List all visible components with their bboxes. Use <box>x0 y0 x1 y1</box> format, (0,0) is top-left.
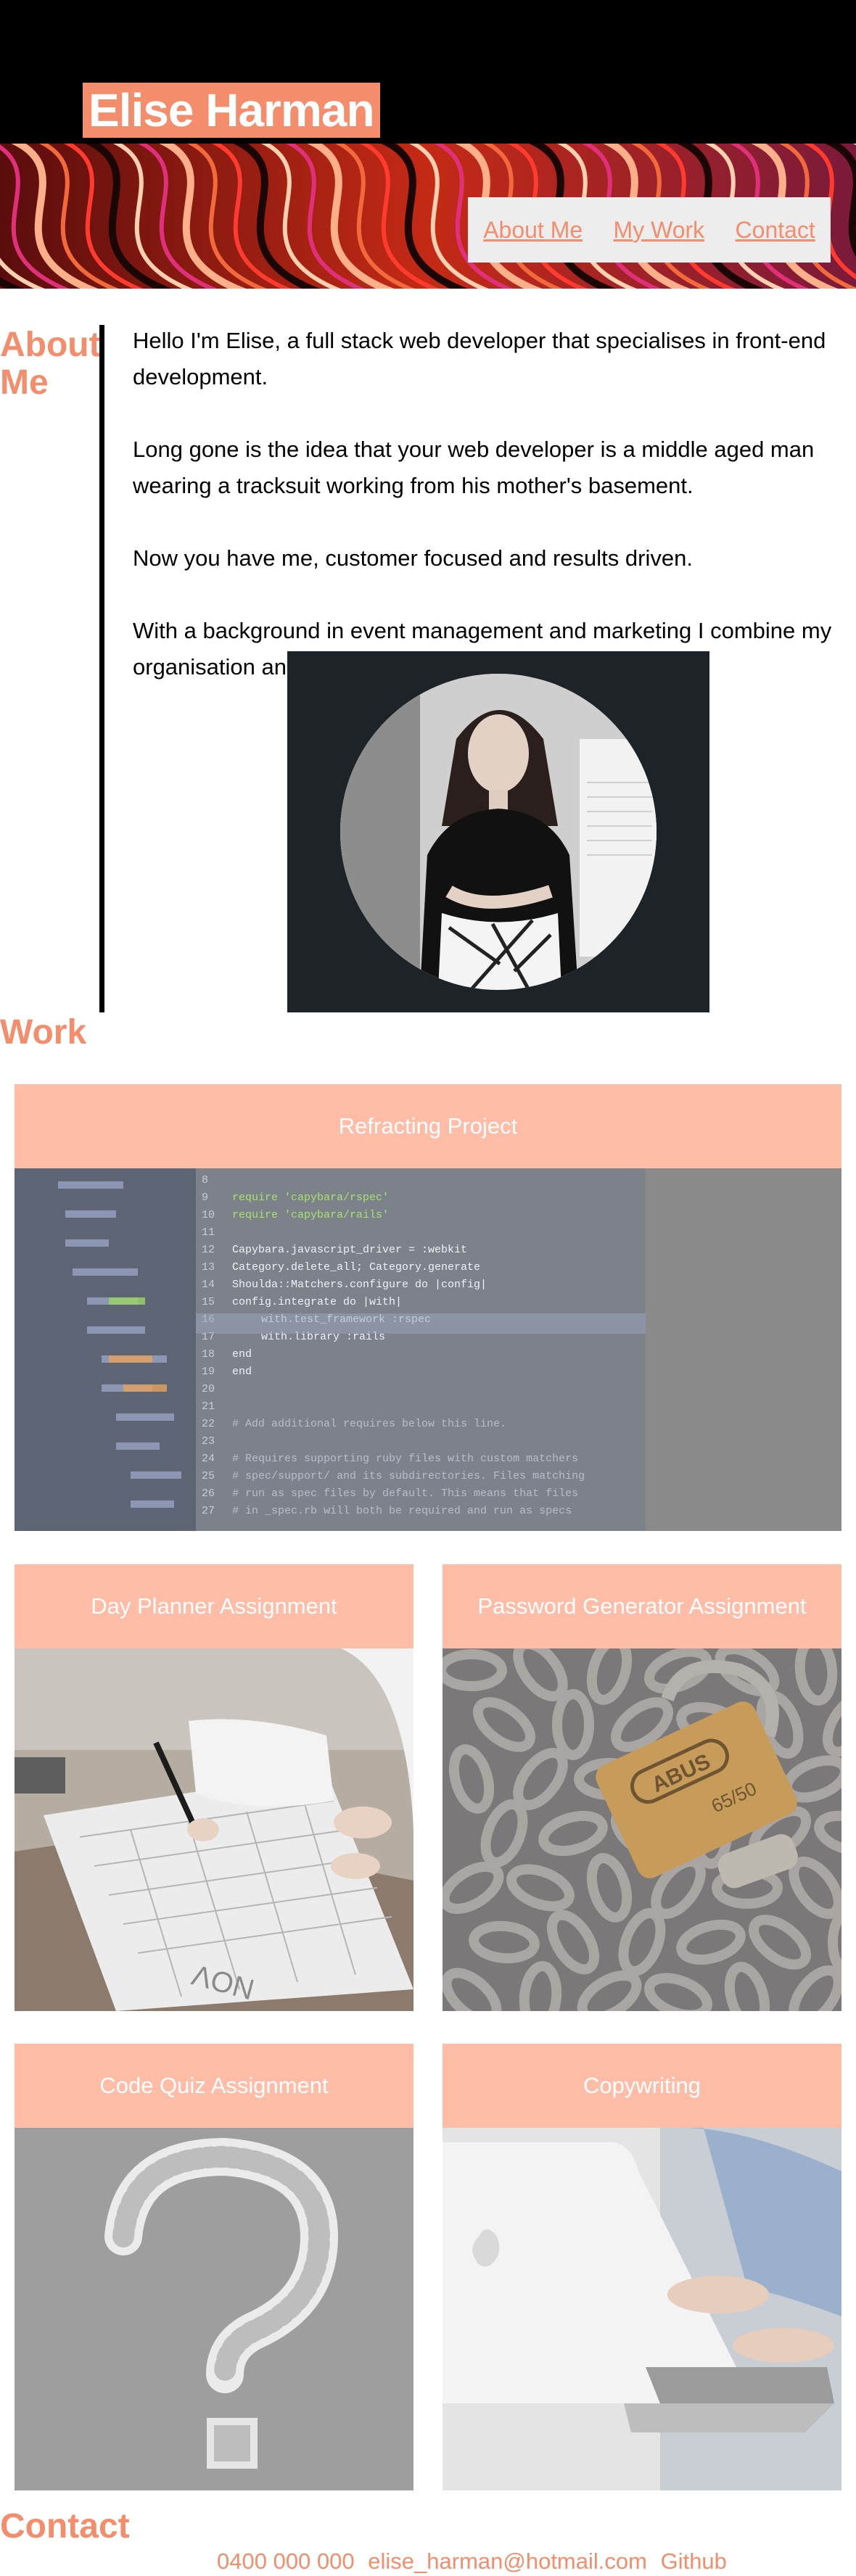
code-line: # in _spec.rb will both be required and … <box>232 1505 572 1517</box>
line-number: 12 <box>202 1244 215 1256</box>
line-number: 18 <box>202 1348 215 1361</box>
line-number: 13 <box>202 1261 215 1273</box>
code-line: # Requires supporting ruby files with cu… <box>232 1453 578 1465</box>
laptop-image <box>443 2128 841 2490</box>
code-line: Capybara.javascript_driver = :webkit <box>232 1244 467 1256</box>
nav-contact-link[interactable]: Contact <box>736 217 815 244</box>
contact-github-link[interactable]: Github <box>661 2548 727 2574</box>
about-paragraph: Long gone is the idea that your web deve… <box>133 437 815 498</box>
nav-work-link[interactable]: My Work <box>614 217 705 244</box>
line-number: 26 <box>202 1487 215 1500</box>
calendar-sketch-image: NOV <box>15 1648 413 2011</box>
project-card-copywriting[interactable]: Copywriting <box>443 2044 841 2490</box>
code-line: # run as spec files by default. This mea… <box>232 1487 578 1500</box>
contact-phone[interactable]: 0400 000 000 <box>217 2548 355 2574</box>
code-editor-image: 89101112131415161718192021222324252627re… <box>15 1168 841 1531</box>
project-title: Copywriting <box>443 2044 841 2128</box>
contact-email-link[interactable]: elise_harman@hotmail.com <box>368 2548 647 2574</box>
site-title: Elise Harman <box>83 83 380 138</box>
code-line: require 'capybara/rails' <box>232 1209 389 1221</box>
line-number: 10 <box>202 1209 215 1221</box>
about-heading: About Me <box>0 326 101 402</box>
about-paragraph: Now you have me, customer focused and re… <box>133 545 693 571</box>
project-title: Day Planner Assignment <box>15 1564 413 1648</box>
project-card-refracting[interactable]: Refracting Project 891011121314151617181… <box>15 1084 841 1531</box>
line-number: 20 <box>202 1383 215 1395</box>
project-title: Password Generator Assignment <box>443 1564 841 1648</box>
code-line: config.integrate do |with| <box>232 1296 402 1308</box>
about-paragraph: Hello I'm Elise, a full stack web develo… <box>133 328 826 389</box>
line-number: 27 <box>202 1505 215 1517</box>
line-number: 14 <box>202 1279 215 1291</box>
code-line: Category.delete_all; Category.generate <box>232 1261 480 1273</box>
contact-details: 0400 000 000 elise_harman@hotmail.com Gi… <box>217 2547 734 2576</box>
project-title: Code Quiz Assignment <box>15 2044 413 2128</box>
line-number: 23 <box>202 1435 215 1448</box>
code-line: # spec/support/ and its subdirectories. … <box>232 1470 585 1482</box>
line-number: 22 <box>202 1418 215 1430</box>
nav-about-link[interactable]: About Me <box>483 217 583 244</box>
contact-heading: Contact <box>0 2507 130 2546</box>
padlock-image: ABUS 65/50 <box>443 1648 841 2011</box>
line-number: 11 <box>202 1226 215 1239</box>
code-line: Shoulda::Matchers.configure do |config| <box>232 1279 487 1291</box>
line-number: 8 <box>202 1174 208 1186</box>
line-number: 21 <box>202 1400 215 1413</box>
project-card-day-planner[interactable]: Day Planner Assignment NOV <box>15 1564 413 2011</box>
work-heading: Work <box>0 1013 87 1052</box>
line-number: 24 <box>202 1453 215 1465</box>
project-title: Refracting Project <box>15 1084 841 1168</box>
code-line: end <box>232 1366 252 1378</box>
question-mark-image <box>15 2128 413 2490</box>
line-number: 25 <box>202 1470 215 1482</box>
line-number: 9 <box>202 1192 208 1204</box>
profile-photo-frame <box>287 651 709 1012</box>
main-nav: About Me My Work Contact <box>468 197 831 263</box>
profile-photo <box>340 674 657 990</box>
about-divider <box>99 325 104 1012</box>
project-card-code-quiz[interactable]: Code Quiz Assignment <box>15 2044 413 2490</box>
code-line: require 'capybara/rspec' <box>232 1192 389 1204</box>
code-line: end <box>232 1348 252 1361</box>
code-line: # Add additional requires below this lin… <box>232 1418 506 1430</box>
line-number: 15 <box>202 1296 215 1308</box>
project-card-password-generator[interactable]: Password Generator Assignment ABUS 65/50 <box>443 1564 841 2011</box>
line-number: 19 <box>202 1366 215 1378</box>
